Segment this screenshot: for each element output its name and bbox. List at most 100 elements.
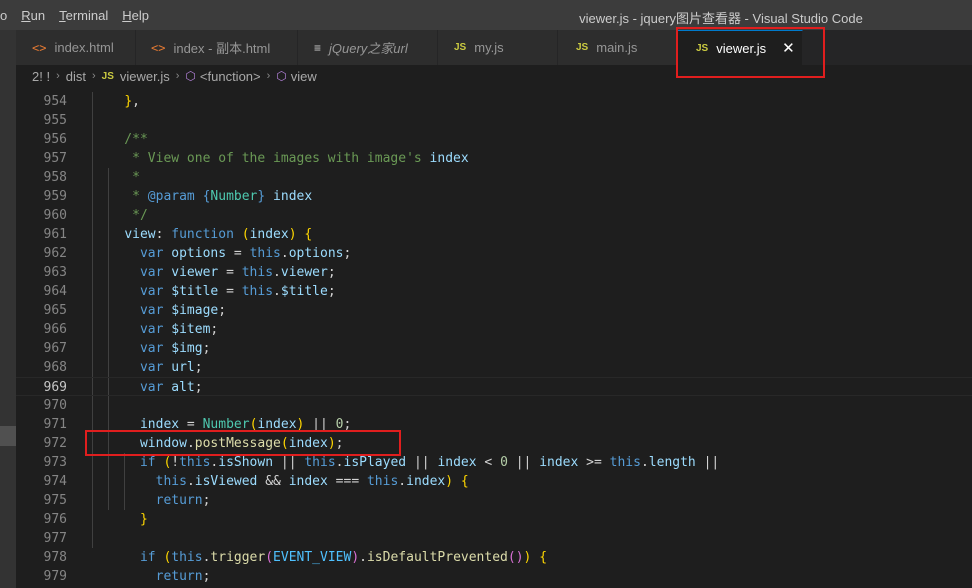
tab-jquery-url[interactable]: ≡ jQuery之家url — [298, 30, 438, 65]
menu-item-help-label: elp — [131, 7, 149, 23]
chevron-right-icon: › — [266, 70, 271, 82]
breadcrumb-folder[interactable]: dist — [66, 69, 86, 84]
code-line[interactable]: 956 /** — [16, 130, 972, 149]
code-line[interactable]: 963 var viewer = this.viewer; — [16, 263, 972, 282]
menu-item-help[interactable]: Help — [115, 8, 156, 23]
line-number: 967 — [43, 341, 67, 356]
code-text: var alt; — [139, 380, 203, 395]
line-number: 977 — [43, 531, 67, 546]
code-text: window.postMessage(index); — [139, 436, 344, 451]
code-line[interactable]: 965 var $image; — [16, 301, 972, 320]
chevron-right-icon: › — [56, 70, 60, 82]
tab-label: my.js — [474, 40, 504, 55]
code-line[interactable]: 962 var options = this.options; — [16, 244, 972, 263]
code-line[interactable]: 977 — [16, 529, 972, 548]
code-line[interactable]: 969 var alt; — [16, 377, 972, 396]
line-number: 959 — [43, 189, 67, 204]
activity-bar — [0, 30, 16, 588]
code-text: /** — [93, 132, 148, 147]
line-number: 976 — [43, 512, 67, 527]
doc-icon: ≡ — [314, 40, 322, 55]
symbol-method-icon: ⬡ — [276, 69, 287, 83]
code-text: var url; — [139, 360, 203, 375]
line-number: 975 — [43, 493, 67, 508]
editor-tab-bar: <> index.html <> index - 副本.html ≡ jQuer… — [16, 30, 972, 65]
code-text: } — [139, 512, 148, 527]
menu-item-terminal[interactable]: Terminal — [52, 8, 115, 23]
code-line[interactable]: 955 — [16, 111, 972, 130]
code-line[interactable]: 960 */ — [16, 206, 972, 225]
line-number: 972 — [43, 436, 67, 451]
line-number: 968 — [43, 360, 67, 375]
code-text: var $image; — [139, 303, 227, 318]
tab-main-js[interactable]: JS main.js — [558, 30, 678, 65]
code-line[interactable]: 959 * @param {Number} index — [16, 187, 972, 206]
js-icon: JS — [696, 42, 709, 54]
code-text: * — [93, 170, 140, 185]
code-text: if (this.trigger(EVENT_VIEW).isDefaultPr… — [139, 550, 548, 565]
code-line[interactable]: 958 * — [16, 168, 972, 187]
tab-my-js[interactable]: JS my.js — [438, 30, 558, 65]
code-line[interactable]: 974 this.isViewed && index === this.inde… — [16, 472, 972, 491]
activity-bar-active-indicator[interactable] — [0, 426, 16, 446]
code-text: * @param {Number} index — [93, 189, 313, 204]
code-line[interactable]: 968 var url; — [16, 358, 972, 377]
title-bar: o Run Terminal Help viewer.js - jquery图片… — [0, 0, 972, 30]
code-editor[interactable]: 954 }, 955 956 /** 957 * View one of the im… — [16, 87, 972, 588]
code-text: view: function (index) { — [124, 227, 313, 242]
tab-index-copy-html[interactable]: <> index - 副本.html — [136, 30, 298, 65]
code-line[interactable]: 976 } — [16, 510, 972, 529]
js-icon: JS — [576, 42, 589, 53]
menu-item-run-label: un — [30, 7, 46, 23]
line-number: 954 — [43, 94, 67, 109]
line-number: 963 — [43, 265, 67, 280]
code-text: return; — [155, 569, 211, 584]
menu-mnemonic: H — [122, 7, 132, 23]
line-number: 955 — [43, 113, 67, 128]
tab-label: jQuery之家url — [329, 41, 408, 56]
tab-viewer-js[interactable]: JS viewer.js ✕ — [678, 30, 803, 65]
code-line[interactable]: 970 — [16, 396, 972, 415]
code-line[interactable]: 957 * View one of the images with image'… — [16, 149, 972, 168]
code-text: index = Number(index) || 0; — [139, 417, 352, 432]
menu-item-terminal-label: erminal — [65, 7, 109, 23]
html-icon: <> — [32, 40, 47, 55]
symbol-function-icon: ⬡ — [185, 69, 196, 83]
tab-label: index.html — [54, 40, 114, 55]
tab-label: main.js — [596, 40, 638, 55]
code-line[interactable]: 966 var $item; — [16, 320, 972, 339]
breadcrumb-symbol-function[interactable]: <function> — [200, 69, 261, 84]
window-title: viewer.js - jquery图片查看器 - Visual Studio … — [579, 11, 863, 26]
code-text: if (!this.isShown || this.isPlayed || in… — [139, 455, 720, 470]
code-text: var viewer = this.viewer; — [139, 265, 336, 280]
breadcrumb-problems[interactable]: 2! ! — [32, 69, 50, 84]
code-line[interactable]: 972 window.postMessage(index); — [16, 434, 972, 453]
breadcrumb-symbol-view[interactable]: view — [291, 69, 317, 84]
breadcrumb-file[interactable]: viewer.js — [120, 69, 170, 84]
code-line[interactable]: 973 if (!this.isShown || this.isPlayed |… — [16, 453, 972, 472]
code-line[interactable]: 954 }, — [16, 92, 972, 111]
line-number: 964 — [43, 284, 67, 299]
code-line[interactable]: 978 if (this.trigger(EVENT_VIEW).isDefau… — [16, 548, 972, 567]
chevron-right-icon: › — [175, 70, 180, 82]
close-icon[interactable]: ✕ — [782, 39, 795, 57]
tab-index-html[interactable]: <> index.html — [16, 30, 136, 65]
code-line[interactable]: 971 index = Number(index) || 0; — [16, 415, 972, 434]
js-icon: JS — [454, 42, 467, 53]
breadcrumb: 2! ! › dist › JS viewer.js › ⬡ <function… — [16, 65, 972, 87]
line-number: 978 — [43, 550, 67, 565]
line-number: 974 — [43, 474, 67, 489]
line-number: 971 — [43, 417, 67, 432]
line-number: 973 — [43, 455, 67, 470]
menu-item-partial[interactable]: o — [0, 8, 14, 23]
code-line[interactable]: 979 return; — [16, 567, 972, 586]
tab-label: index - 副本.html — [173, 41, 271, 56]
code-line[interactable]: 975 return; — [16, 491, 972, 510]
code-text: var $title = this.$title; — [139, 284, 336, 299]
code-line[interactable]: 961 view: function (index) { — [16, 225, 972, 244]
html-icon: <> — [151, 40, 166, 55]
code-line[interactable]: 967 var $img; — [16, 339, 972, 358]
menu-item-run[interactable]: Run — [14, 8, 52, 23]
code-text: this.isViewed && index === this.index) { — [155, 474, 469, 489]
code-line[interactable]: 964 var $title = this.$title; — [16, 282, 972, 301]
